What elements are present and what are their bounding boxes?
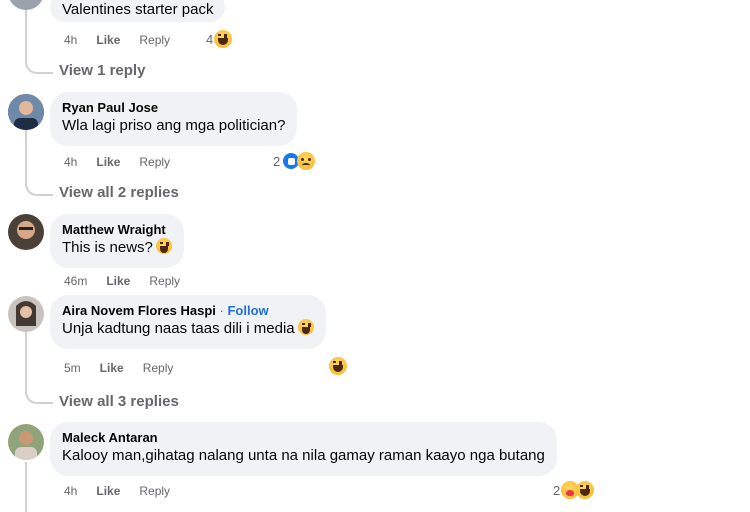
- thread-hook: [25, 60, 53, 74]
- comment-actions: 46m Like Reply: [64, 274, 199, 288]
- like-button[interactable]: Like: [96, 484, 120, 498]
- comment-text-row: Unja kadtung naas taas dili i media: [62, 319, 314, 339]
- thread-line: [25, 462, 27, 512]
- like-button[interactable]: Like: [96, 155, 120, 169]
- reaction-summary[interactable]: 2: [273, 151, 316, 171]
- laughing-emoji-icon: [155, 238, 172, 254]
- comment-text: Unja kadtung naas taas dili i media: [62, 320, 295, 337]
- comment-actions: 4h Like Reply: [64, 155, 189, 169]
- reaction-count: 2: [273, 153, 281, 169]
- reaction-summary[interactable]: 4: [206, 30, 233, 48]
- reaction-summary[interactable]: [329, 357, 347, 375]
- separator-dot: ·: [219, 303, 224, 318]
- comment-bubble: Matthew Wraight This is news?: [50, 214, 184, 268]
- follow-button[interactable]: Follow: [227, 303, 268, 318]
- like-button[interactable]: Like: [96, 33, 120, 47]
- like-button[interactable]: Like: [106, 274, 130, 288]
- comment-text: Valentines starter pack: [62, 1, 214, 18]
- haha-reaction-icon: [214, 30, 233, 48]
- comment-text: Kalooy man,gihatag nalang unta na nila g…: [62, 447, 545, 464]
- comment-time[interactable]: 4h: [64, 155, 77, 169]
- comment-author[interactable]: Maleck Antaran: [62, 429, 545, 446]
- thread-line: [25, 332, 27, 394]
- sad-reaction-icon: [297, 152, 316, 170]
- haha-reaction-icon: [329, 357, 347, 375]
- reply-button[interactable]: Reply: [143, 361, 174, 375]
- comment-author[interactable]: Aira Novem Flores Haspi: [62, 303, 216, 318]
- laughing-emoji-icon: [297, 319, 314, 335]
- comment-time[interactable]: 5m: [64, 361, 81, 375]
- like-button[interactable]: Like: [100, 361, 124, 375]
- comment-author[interactable]: Ryan Paul Jose: [62, 99, 285, 116]
- view-replies-link[interactable]: View all 2 replies: [59, 184, 179, 201]
- comment-bubble: Valentines starter pack: [50, 0, 226, 22]
- reply-button[interactable]: Reply: [139, 155, 170, 169]
- avatar[interactable]: [8, 214, 44, 250]
- avatar[interactable]: [8, 0, 44, 10]
- view-replies-link[interactable]: View 1 reply: [59, 62, 145, 79]
- reply-button[interactable]: Reply: [139, 484, 170, 498]
- avatar[interactable]: [8, 424, 44, 460]
- comment-thread: Valentines starter pack 4h Like Reply 4 …: [0, 0, 750, 512]
- comment-time[interactable]: 46m: [64, 274, 87, 288]
- comment-author[interactable]: Matthew Wraight: [62, 221, 172, 238]
- reaction-count: 2: [553, 482, 561, 498]
- comment-actions: 5m Like Reply: [64, 361, 192, 375]
- comment-text: Wla lagi priso ang mga politician?: [62, 117, 286, 134]
- comment-bubble: Maleck Antaran Kalooy man,gihatag nalang…: [50, 422, 557, 476]
- avatar[interactable]: [8, 296, 44, 332]
- comment-actions: 4h Like Reply: [64, 33, 189, 47]
- reaction-count: 4: [206, 31, 214, 47]
- comment-time[interactable]: 4h: [64, 484, 77, 498]
- comment-text-row: This is news?: [62, 238, 172, 258]
- comment-bubble: Ryan Paul Jose Wla lagi priso ang mga po…: [50, 92, 298, 146]
- avatar[interactable]: [8, 94, 44, 130]
- reply-button[interactable]: Reply: [149, 274, 180, 288]
- reaction-summary[interactable]: 2: [553, 481, 595, 499]
- reply-button[interactable]: Reply: [139, 33, 170, 47]
- comment-time[interactable]: 4h: [64, 33, 77, 47]
- view-replies-link[interactable]: View all 3 replies: [59, 393, 179, 410]
- comment-text: This is news?: [62, 239, 153, 256]
- comment-bubble: Aira Novem Flores Haspi · Follow Unja ka…: [50, 295, 326, 349]
- thread-hook: [25, 182, 53, 196]
- comment-actions: 4h Like Reply: [64, 484, 189, 498]
- thread-hook: [25, 390, 53, 404]
- comment-author-row: Aira Novem Flores Haspi · Follow: [62, 302, 314, 319]
- haha-reaction-icon: [576, 481, 595, 499]
- thread-line: [25, 130, 27, 186]
